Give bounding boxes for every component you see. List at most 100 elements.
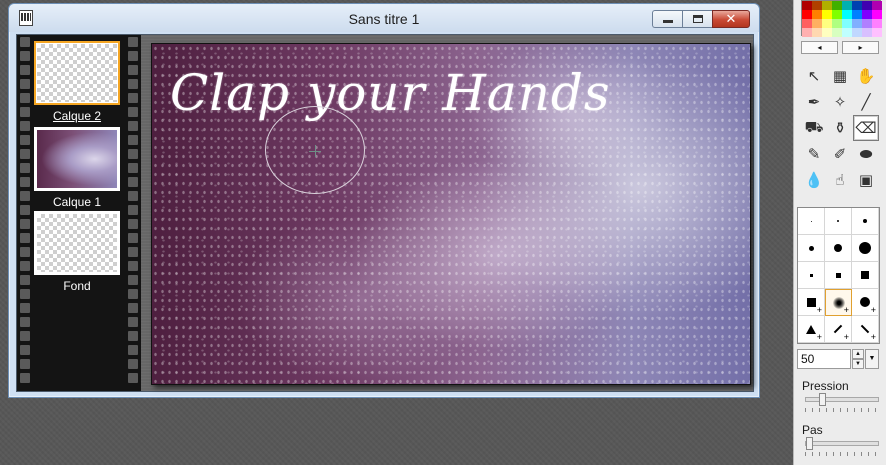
palette-swatch[interactable] (872, 19, 882, 28)
palette-swatch[interactable] (822, 1, 832, 10)
palette-swatch[interactable] (872, 10, 882, 19)
brush-shape-cell[interactable] (798, 235, 825, 262)
brush-shape-cell[interactable]: + (825, 316, 852, 343)
title-bar[interactable]: Sans titre 1 ✕ (9, 4, 759, 32)
palette-swatch[interactable] (842, 1, 852, 10)
film-hole (128, 233, 138, 243)
film-hole (20, 373, 30, 383)
palette-swatch[interactable] (802, 1, 812, 10)
palette-swatch[interactable] (822, 10, 832, 19)
palette-swatch[interactable] (822, 28, 832, 37)
film-hole (128, 289, 138, 299)
spray-icon[interactable]: ⚱ (827, 115, 853, 141)
palette-swatch[interactable] (812, 28, 822, 37)
custom-brush-plus-icon: + (870, 332, 876, 342)
palette-swatch[interactable] (832, 28, 842, 37)
palette-swatch[interactable] (832, 10, 842, 19)
palette-swatch[interactable] (802, 19, 812, 28)
custom-brush-plus-icon: + (816, 332, 822, 342)
magic-wand-icon[interactable]: ✧ (827, 89, 853, 115)
close-button[interactable]: ✕ (712, 10, 750, 28)
size-up-button[interactable]: ▲ (852, 349, 864, 359)
film-hole (128, 261, 138, 271)
brush-shape-cell[interactable]: + (852, 289, 879, 316)
color-palette[interactable] (801, 0, 882, 37)
palette-swatch[interactable] (852, 28, 862, 37)
drawing-canvas[interactable]: Clap your Hands (151, 43, 751, 385)
brush-icon[interactable]: ✎ (801, 141, 827, 167)
pression-slider-thumb[interactable] (819, 393, 826, 406)
brush-shape-cell[interactable]: + (852, 316, 879, 343)
brush-shape-cell[interactable] (852, 235, 879, 262)
palette-swatch[interactable] (832, 19, 842, 28)
brush-shape-cell[interactable] (798, 262, 825, 289)
film-hole (128, 331, 138, 341)
stamp-icon[interactable]: ⬬ (853, 141, 879, 167)
pas-slider[interactable] (805, 437, 879, 450)
pas-slider-thumb[interactable] (806, 437, 813, 450)
film-hole (20, 121, 30, 131)
palette-swatch[interactable] (852, 19, 862, 28)
rect-select-icon[interactable]: ▦ (827, 63, 853, 89)
smudge-icon[interactable]: ☝ (827, 167, 853, 193)
palette-swatch[interactable] (812, 19, 822, 28)
brush-shape-cell[interactable]: + (825, 289, 852, 316)
layer-name: Fond (63, 279, 91, 293)
film-hole (20, 177, 30, 187)
palette-next-button[interactable]: ▸ (842, 41, 879, 54)
palette-swatch[interactable] (842, 28, 852, 37)
palette-swatch[interactable] (872, 28, 882, 37)
palette-swatch[interactable] (842, 19, 852, 28)
brush-shape-cell[interactable] (852, 262, 879, 289)
brush-shape-cell[interactable] (825, 262, 852, 289)
paint-bucket-icon[interactable]: ⛟ (801, 115, 827, 141)
size-down-button[interactable]: ▼ (852, 359, 864, 369)
palette-swatch[interactable] (842, 10, 852, 19)
palette-swatch[interactable] (802, 28, 812, 37)
toolbox: ↖ ▦ ✋ ✒ ✧ ╱ ⛟ ⚱ ⌫ ✎ ✐ ⬬ 💧 ☝ ▣ (801, 63, 879, 193)
hand-icon[interactable]: ✋ (853, 63, 879, 89)
brush-shape-cell[interactable]: + (798, 316, 825, 343)
film-hole (128, 107, 138, 117)
brush-size-input[interactable]: 50 (797, 349, 851, 369)
window-title: Sans titre 1 (348, 11, 420, 27)
palette-swatch[interactable] (862, 10, 872, 19)
brush-plus-icon[interactable]: ✐ (827, 141, 853, 167)
layer-item-fond[interactable]: Fond (33, 211, 121, 293)
brush-shape-cell[interactable]: + (798, 289, 825, 316)
layer-item-calque-1[interactable]: Calque 1 (33, 127, 121, 209)
palette-swatch[interactable] (822, 19, 832, 28)
maximize-button[interactable] (682, 10, 712, 28)
triangle-brush-icon (806, 324, 816, 334)
film-hole (20, 345, 30, 355)
brush-shape-cell[interactable] (798, 208, 825, 235)
palette-prev-button[interactable]: ◂ (801, 41, 838, 54)
portrait-icon[interactable]: ▣ (853, 167, 879, 193)
palette-swatch[interactable] (862, 19, 872, 28)
round-brush-icon (810, 220, 812, 222)
brush-shape-cell[interactable] (825, 208, 852, 235)
pression-slider[interactable] (805, 393, 879, 406)
palette-swatch[interactable] (862, 28, 872, 37)
palette-swatch[interactable] (862, 1, 872, 10)
line-icon[interactable]: ╱ (853, 89, 879, 115)
palette-swatch[interactable] (812, 1, 822, 10)
eyedropper-icon[interactable]: ✒ (801, 89, 827, 115)
film-hole (128, 247, 138, 257)
palette-swatch[interactable] (832, 1, 842, 10)
minimize-button[interactable] (652, 10, 682, 28)
eraser-icon[interactable]: ⌫ (853, 115, 879, 141)
palette-swatch[interactable] (872, 1, 882, 10)
palette-swatch[interactable] (812, 10, 822, 19)
slash-brush-icon (833, 324, 843, 334)
palette-swatch[interactable] (852, 1, 862, 10)
size-dropdown-button[interactable]: ▼ (865, 349, 879, 369)
custom-brush-plus-icon: + (816, 305, 822, 315)
brush-shape-cell[interactable] (852, 208, 879, 235)
select-arrow-icon[interactable]: ↖ (801, 63, 827, 89)
layer-item-calque-2[interactable]: Calque 2 (33, 41, 121, 123)
palette-swatch[interactable] (802, 10, 812, 19)
drop-icon[interactable]: 💧 (801, 167, 827, 193)
brush-shape-cell[interactable] (825, 235, 852, 262)
palette-swatch[interactable] (852, 10, 862, 19)
